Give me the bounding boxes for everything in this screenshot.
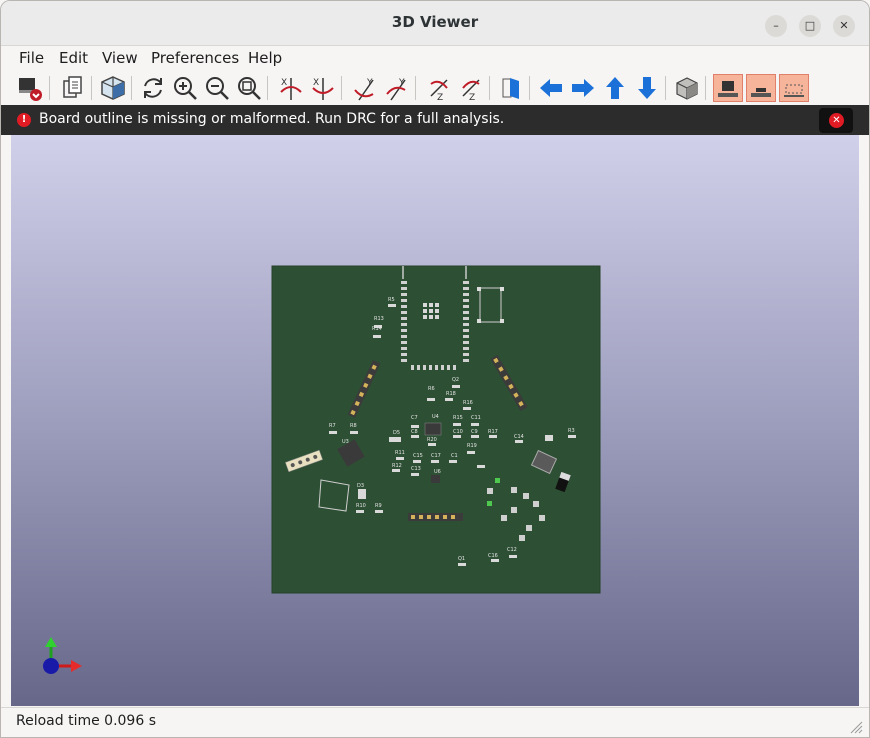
svg-text:Z: Z (437, 93, 443, 102)
svg-text:R8: R8 (350, 423, 357, 429)
menu-file[interactable]: File (19, 49, 44, 67)
rotate-y-ccw-icon[interactable]: Y (383, 74, 411, 102)
svg-text:R12: R12 (392, 463, 402, 469)
reload-time: Reload time 0.096 s (16, 713, 156, 729)
toolbar: X X Y Y Z Z (1, 71, 869, 105)
svg-text:C14: C14 (514, 434, 524, 440)
svg-text:C16: C16 (488, 553, 498, 559)
svg-text:R19: R19 (467, 443, 477, 449)
svg-text:Y: Y (366, 78, 373, 88)
svg-text:R13: R13 (374, 316, 384, 322)
toolbar-separator (415, 76, 416, 100)
zoom-in-icon[interactable] (171, 74, 199, 102)
title-bar[interactable]: 3D Viewer – □ ✕ (1, 1, 869, 46)
board-render: R5 R13 R14 Q2 R6 R18 R16 U4 C7 C8 R15 C11 C10 C… (43, 265, 601, 674)
menu-help[interactable]: Help (248, 49, 282, 67)
svg-text:C11: C11 (471, 415, 481, 421)
toolbar-separator (705, 76, 706, 100)
3d-options-icon[interactable] (99, 74, 127, 102)
svg-text:C17: C17 (431, 453, 441, 459)
svg-text:D3: D3 (357, 483, 364, 489)
toolbar-separator (91, 76, 92, 100)
svg-text:U6: U6 (434, 469, 441, 475)
svg-text:R9: R9 (375, 503, 382, 509)
zoom-fit-icon[interactable] (235, 74, 263, 102)
svg-text:X: X (281, 78, 287, 88)
orthographic-icon[interactable] (673, 74, 701, 102)
toolbar-separator (131, 76, 132, 100)
svg-text:Z: Z (469, 93, 475, 102)
menu-preferences[interactable]: Preferences (151, 49, 239, 67)
move-down-icon[interactable] (633, 74, 661, 102)
zoom-out-icon[interactable] (203, 74, 231, 102)
svg-text:R7: R7 (329, 423, 336, 429)
toolbar-separator (529, 76, 530, 100)
rotate-z-ccw-icon[interactable]: Z (457, 74, 485, 103)
rotate-y-cw-icon[interactable]: Y (351, 74, 379, 102)
svg-text:C15: C15 (413, 453, 423, 459)
svg-text:X: X (313, 78, 319, 88)
svg-text:C9: C9 (471, 429, 478, 435)
copy-image-icon[interactable] (59, 74, 87, 102)
toolbar-separator (49, 76, 50, 100)
3d-viewport[interactable]: R5 R13 R14 Q2 R6 R18 R16 U4 C7 C8 R15 C11 C10 C… (11, 135, 859, 706)
minimize-button[interactable]: – (765, 15, 787, 37)
show-tht-icon[interactable] (713, 74, 743, 102)
move-right-icon[interactable] (569, 74, 597, 102)
svg-text:R5: R5 (388, 297, 395, 303)
svg-text:R18: R18 (446, 391, 456, 397)
status-bar: Reload time 0.096 s (1, 707, 869, 737)
info-message: Board outline is missing or malformed. R… (39, 111, 505, 127)
svg-text:C7: C7 (411, 415, 418, 421)
window-title: 3D Viewer (391, 13, 479, 31)
show-smd-icon[interactable] (746, 74, 776, 102)
svg-text:R15: R15 (453, 415, 463, 421)
svg-text:R10: R10 (356, 503, 366, 509)
rotate-x-cw-icon[interactable]: X (277, 74, 305, 102)
svg-text:C12: C12 (507, 547, 517, 553)
move-left-icon[interactable] (537, 74, 565, 102)
svg-text:C13: C13 (411, 466, 421, 472)
svg-text:Q2: Q2 (452, 377, 459, 383)
app-window: 3D Viewer – □ ✕ File Edit View Preferenc… (0, 0, 870, 738)
rotate-z-cw-icon[interactable]: Z (425, 74, 453, 103)
move-up-icon[interactable] (601, 74, 629, 102)
menu-bar: File Edit View Preferences Help (1, 46, 869, 70)
svg-text:R17: R17 (488, 429, 498, 435)
toolbar-separator (665, 76, 666, 100)
axis-gizmo (43, 637, 82, 674)
svg-text:D5: D5 (393, 430, 400, 436)
svg-text:R6: R6 (428, 386, 435, 392)
svg-text:C10: C10 (453, 429, 463, 435)
svg-text:U3: U3 (342, 439, 349, 445)
svg-text:U4: U4 (432, 414, 439, 420)
svg-text:Q1: Q1 (458, 556, 465, 562)
reload-icon[interactable] (139, 74, 167, 102)
error-icon: ! (17, 113, 31, 127)
close-icon: ✕ (829, 113, 844, 128)
svg-text:R20: R20 (427, 437, 437, 443)
svg-text:Y: Y (398, 78, 405, 88)
toolbar-separator (267, 76, 268, 100)
infobar-close-button[interactable]: ✕ (819, 108, 853, 133)
render-board-icon[interactable] (15, 74, 43, 102)
maximize-button[interactable]: □ (799, 15, 821, 37)
svg-text:R14: R14 (372, 326, 382, 332)
toolbar-separator (489, 76, 490, 100)
toolbar-separator (341, 76, 342, 100)
close-button[interactable]: ✕ (833, 15, 855, 37)
svg-text:R16: R16 (463, 400, 473, 406)
svg-text:C8: C8 (411, 429, 418, 435)
show-virtual-icon[interactable] (779, 74, 809, 102)
flip-board-icon[interactable] (497, 74, 525, 102)
menu-edit[interactable]: Edit (59, 49, 88, 67)
menu-view[interactable]: View (102, 49, 138, 67)
rotate-x-ccw-icon[interactable]: X (309, 74, 337, 102)
svg-text:C1: C1 (451, 453, 458, 459)
info-bar: ! Board outline is missing or malformed.… (1, 105, 869, 135)
resize-grip-icon[interactable] (849, 720, 863, 734)
svg-text:R3: R3 (568, 428, 575, 434)
svg-text:R11: R11 (395, 450, 405, 456)
